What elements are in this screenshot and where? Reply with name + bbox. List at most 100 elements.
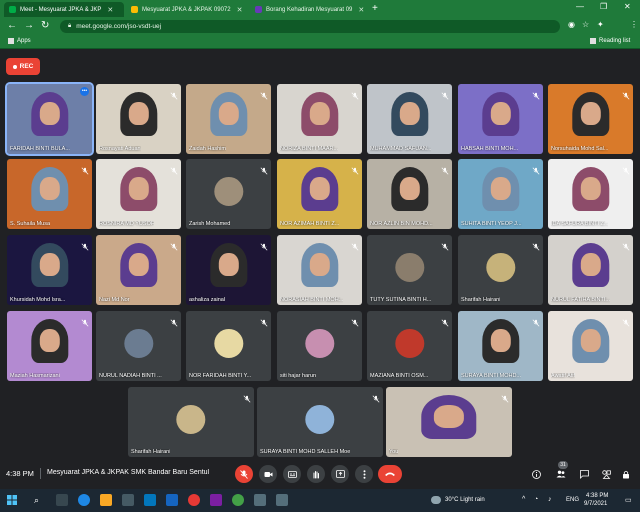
participant-tile[interactable]: NORIZA BINTI MAAR...	[277, 84, 362, 154]
participant-tile[interactable]: S. Suhaila Musa	[7, 159, 92, 229]
participant-tile[interactable]: Sharifah Hairani	[128, 387, 254, 457]
new-tab-button[interactable]: +	[372, 2, 378, 15]
meeting-time: 4:38 PM	[6, 469, 34, 478]
edge-browser-icon[interactable]	[78, 494, 90, 506]
tab-close-icon[interactable]: ✕	[107, 6, 113, 14]
host-controls-button[interactable]	[620, 468, 632, 480]
tab-close-icon[interactable]: ✕	[358, 6, 364, 14]
people-button[interactable]	[555, 468, 567, 480]
chrome-active-icon[interactable]	[232, 494, 244, 506]
more-options-button[interactable]	[355, 465, 373, 483]
participant-tile[interactable]: MUHAMMAD SAFUAN...	[367, 84, 452, 154]
weather-cloud-icon[interactable]	[431, 496, 441, 504]
participant-tile[interactable]: NORASIAH BINTI MOH...	[277, 235, 362, 305]
volume-icon[interactable]: ♪	[548, 496, 552, 503]
microphone-button[interactable]	[235, 465, 253, 483]
leave-call-button[interactable]	[378, 465, 402, 483]
participant-avatar	[304, 328, 335, 359]
present-screen-button[interactable]	[331, 465, 349, 483]
meeting-details-button[interactable]	[530, 468, 542, 480]
extensions-icon[interactable]: ✦	[597, 20, 604, 29]
reload-icon[interactable]: ↻	[41, 19, 49, 33]
chrome-icon[interactable]	[188, 494, 200, 506]
participant-tile[interactable]: Zaidah Hashim	[186, 84, 271, 154]
notification-icon[interactable]: ▭	[625, 496, 632, 504]
participant-tile[interactable]: NOR FARIDAH BINTI Y...	[186, 311, 271, 381]
forward-arrow-icon[interactable]: →	[24, 19, 34, 33]
search-icon[interactable]: ⌕	[34, 495, 39, 506]
close-window-button[interactable]: ✕	[624, 2, 631, 11]
participant-tile[interactable]: IDA SAFURA BINTI Z...	[548, 159, 633, 229]
participant-tile[interactable]: NURUL NADIAH BINTI ...	[96, 311, 181, 381]
hang-up-phone-icon	[385, 472, 395, 476]
participant-face	[39, 253, 60, 276]
menu-kebab-icon[interactable]: ⋮	[630, 20, 638, 29]
participant-tile[interactable]: HABSAH BINTI MOH...	[458, 84, 543, 154]
word-icon[interactable]	[166, 494, 178, 506]
back-arrow-icon[interactable]: ←	[7, 19, 17, 33]
settings-app-icon[interactable]	[276, 494, 288, 506]
weather-readout[interactable]: 30°C Light rain	[445, 497, 485, 503]
language-indicator[interactable]: ENG	[566, 497, 579, 503]
minimize-button[interactable]: —	[576, 2, 584, 11]
activities-button[interactable]	[600, 468, 612, 480]
participant-tile[interactable]: NOR AZLIN BIN MOHD...	[367, 159, 452, 229]
participant-tile[interactable]: Rosnayati Aduan	[96, 84, 181, 154]
participant-tile[interactable]: ROSNIRA MD YUSOF	[96, 159, 181, 229]
clock-date[interactable]: 9/7/2021	[584, 501, 607, 507]
participant-tile[interactable]: SUHITA BINTI YEOP J...	[458, 159, 543, 229]
chat-button[interactable]	[578, 468, 590, 480]
participant-tile[interactable]: Khursidah Mohd Isra...	[7, 235, 92, 305]
participant-name: Maziah Hasmarizani	[10, 373, 60, 379]
participant-tile[interactable]: siti hajar harun	[277, 311, 362, 381]
file-explorer-icon[interactable]	[100, 494, 112, 506]
participant-tile[interactable]: ashaliza zainal	[186, 235, 271, 305]
tab-close-icon[interactable]: ✕	[237, 6, 243, 14]
mic-muted-icon	[351, 238, 359, 251]
bookmark-star-icon[interactable]: ☆	[582, 20, 589, 29]
participant-face	[39, 102, 60, 125]
tab-forms[interactable]: Borang Kehadiran Mesyuarat 09 ✕	[250, 2, 368, 17]
camera-app-icon[interactable]	[254, 494, 266, 506]
clock-time[interactable]: 4:38 PM	[586, 493, 608, 499]
captions-button[interactable]	[283, 465, 301, 483]
participant-name: NURUL NADIAH BINTI ...	[99, 373, 162, 379]
tab-slides[interactable]: Mesyuarat JPKA & JKPAK 09072 ✕	[126, 2, 248, 17]
participant-tile[interactable]: Zarish Mohamed	[186, 159, 271, 229]
participant-tile[interactable]: TUTY SUTINA BINTI H...	[367, 235, 452, 305]
store-icon[interactable]	[122, 494, 134, 506]
participant-tile[interactable]: NOR AZIMAH BINTI Z...	[277, 159, 362, 229]
bookmarks-bar: Apps Reading list	[0, 35, 640, 49]
tray-chevron-icon[interactable]: ^	[522, 496, 525, 503]
participant-tile[interactable]: Maziah Hasmarizani	[7, 311, 92, 381]
url-field[interactable]: 🔒︎ meet.google.com/jso-vsdt-uej	[60, 20, 560, 33]
participant-name: FARIDAH BINTI BULA...	[10, 146, 70, 152]
recording-badge[interactable]: REC	[6, 58, 40, 75]
tab-meet[interactable]: Meet - Mesyuarat JPKA & JKP ✕	[4, 2, 124, 17]
participant-tile[interactable]: Nazi Md Nor	[96, 235, 181, 305]
participant-tile[interactable]: Norsuhaida Mohd Sal...	[548, 84, 633, 154]
raise-hand-button[interactable]	[307, 465, 325, 483]
restore-button[interactable]: ❐	[600, 2, 607, 11]
bookmark-reading-list[interactable]: Reading list	[590, 38, 630, 44]
participant-tile[interactable]: MAZIANA BINTI OSM...	[367, 311, 452, 381]
participant-tile[interactable]: SURAYA BINTI MOHD...	[458, 311, 543, 381]
participant-tile[interactable]: Awatif Atif	[548, 311, 633, 381]
participant-tile[interactable]: You	[386, 387, 512, 457]
network-icon[interactable]: ◔	[534, 496, 538, 503]
participant-tile[interactable]: SURAYA BINTI MOHD SALLEH Moe	[257, 387, 383, 457]
participant-face	[128, 102, 149, 125]
task-view-icon[interactable]	[56, 494, 68, 506]
tile-options-icon[interactable]: •••	[80, 87, 89, 96]
windows-start-icon[interactable]	[7, 495, 17, 505]
app-icon[interactable]	[210, 494, 222, 506]
bookmark-apps[interactable]: Apps	[8, 38, 31, 44]
participant-tile[interactable]: FARIDAH BINTI BULA... •••	[5, 82, 94, 156]
participant-face	[39, 177, 60, 200]
participant-tile[interactable]: NURUL FATIHA BINTI...	[548, 235, 633, 305]
mail-icon[interactable]	[144, 494, 156, 506]
participant-name: MAZIANA BINTI OSM...	[370, 373, 429, 379]
participant-tile[interactable]: Sharifah Hairani	[458, 235, 543, 305]
camera-permission-icon[interactable]: ◉	[568, 20, 575, 29]
camera-button[interactable]	[259, 465, 277, 483]
